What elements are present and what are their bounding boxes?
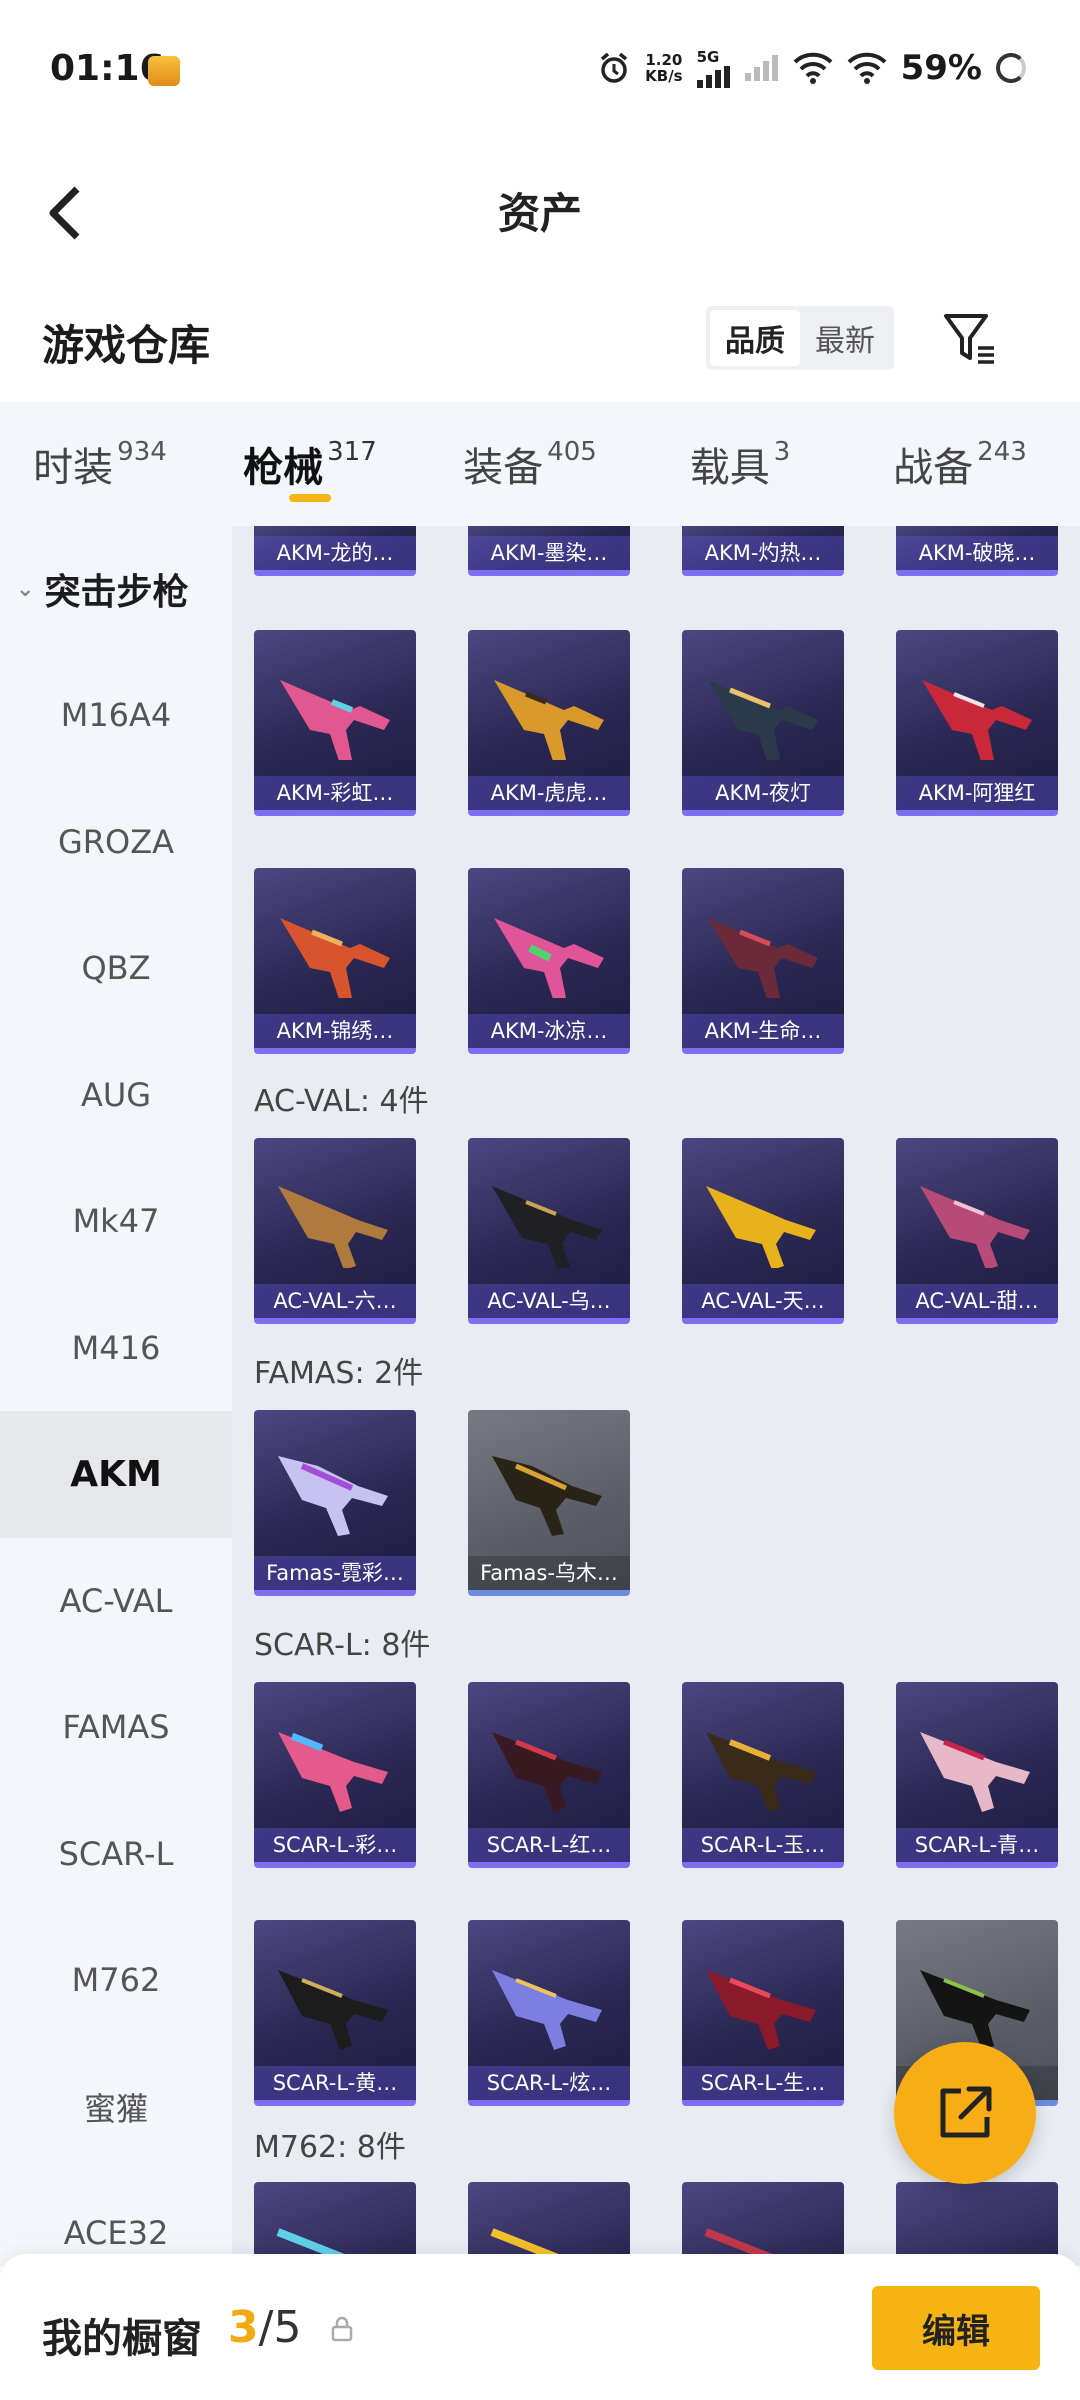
status-indicators: 1.20 KB/s 5G 59% bbox=[597, 48, 1026, 88]
app-notification-icon bbox=[148, 56, 180, 86]
rail-item-qbz[interactable]: QBZ bbox=[0, 905, 232, 1032]
weapon-card[interactable]: AKM-彩虹… bbox=[254, 630, 416, 816]
weapon-card[interactable]: AKM-阿狸红 bbox=[896, 630, 1058, 816]
rail-item-m416[interactable]: M416 bbox=[0, 1285, 232, 1412]
rifle-icon bbox=[280, 918, 390, 998]
rifle-icon bbox=[492, 1970, 602, 2050]
category-tabs: 时装 934 枪械 317 装备 405 载具 3 战备 243 bbox=[0, 402, 1080, 526]
share-button[interactable] bbox=[894, 2042, 1036, 2184]
wifi-secondary-icon bbox=[847, 52, 886, 84]
rifle-icon bbox=[920, 1732, 1030, 1812]
rail-item-groza[interactable]: GROZA bbox=[0, 779, 232, 906]
battery-icon bbox=[996, 53, 1026, 83]
rifle-icon bbox=[278, 1456, 388, 1536]
signal-5g-icon: 5G bbox=[696, 48, 731, 88]
rifle-icon bbox=[492, 1732, 602, 1812]
showcase-count: 3/5 bbox=[228, 2302, 302, 2353]
weapon-card[interactable]: AKM-冰凉… bbox=[468, 868, 630, 1054]
rifle-icon bbox=[706, 1970, 816, 2050]
weapon-card[interactable]: AKM-虎虎… bbox=[468, 630, 630, 816]
rifle-icon bbox=[278, 1732, 388, 1812]
weapon-card[interactable]: AKM-夜灯 bbox=[682, 630, 844, 816]
weapon-card[interactable]: AKM-墨染… bbox=[468, 526, 630, 576]
section-label-ac-val: AC-VAL: 4件 bbox=[254, 1084, 429, 1119]
rifle-icon bbox=[708, 918, 818, 998]
weapon-card[interactable]: SCAR-L-黄… bbox=[254, 1920, 416, 2106]
tab-vehicles[interactable]: 载具 3 bbox=[640, 402, 840, 526]
rail-item-mk47[interactable]: Mk47 bbox=[0, 1158, 232, 1285]
rifle-icon bbox=[922, 680, 1032, 760]
wifi-icon bbox=[793, 52, 832, 84]
rail-item-famas[interactable]: FAMAS bbox=[0, 1664, 232, 1791]
rail-item-scar-l[interactable]: SCAR-L bbox=[0, 1791, 232, 1918]
rifle-icon bbox=[280, 680, 390, 760]
sort-newest-option[interactable]: 最新 bbox=[800, 310, 890, 366]
weapon-card[interactable]: AC-VAL-甜… bbox=[896, 1138, 1058, 1324]
filter-button[interactable] bbox=[940, 308, 1000, 368]
tab-firearms[interactable]: 枪械 317 bbox=[200, 402, 420, 526]
weapon-card[interactable]: AKM-生命… bbox=[682, 868, 844, 1054]
weapon-card[interactable]: SCAR-L-青… bbox=[896, 1682, 1058, 1868]
showcase-bar: 我的橱窗 3/5 编辑 bbox=[0, 2254, 1080, 2400]
rail-item-m762[interactable]: M762 bbox=[0, 1917, 232, 2044]
rifle-icon bbox=[278, 1970, 388, 2050]
rifle-icon bbox=[494, 918, 604, 998]
weapon-card[interactable]: SCAR-L-彩… bbox=[254, 1682, 416, 1868]
section-label-scar-l: SCAR-L: 8件 bbox=[254, 1628, 431, 1663]
status-bar: 01:16 1.20 KB/s 5G 59% bbox=[0, 0, 1080, 140]
battery-percent: 59% bbox=[900, 48, 982, 88]
weapon-card[interactable]: AC-VAL-天… bbox=[682, 1138, 844, 1324]
lock-icon bbox=[331, 2316, 353, 2342]
rail-item-m16a4[interactable]: M16A4 bbox=[0, 652, 232, 779]
filter-icon bbox=[944, 314, 994, 364]
weapon-grid: AKM-龙的… AKM-墨染… AKM-灼热… AKM-破晓… AKM-彩虹… … bbox=[232, 526, 1080, 2266]
weapon-card[interactable]: AKM-破晓… bbox=[896, 526, 1058, 576]
chevron-down-icon: ⌄ bbox=[16, 576, 35, 602]
rail-item-akm[interactable]: AKM bbox=[0, 1411, 232, 1538]
rifle-icon bbox=[706, 1732, 816, 1812]
rail-item-aug[interactable]: AUG bbox=[0, 1032, 232, 1159]
rifle-icon bbox=[278, 1186, 388, 1268]
section-label-famas: FAMAS: 2件 bbox=[254, 1356, 424, 1391]
alarm-icon bbox=[601, 52, 628, 83]
rail-item-honey-badger[interactable]: 蜜獾 bbox=[0, 2044, 232, 2171]
rail-item-ace32[interactable]: ACE32 bbox=[0, 2170, 232, 2266]
signal-weak-icon bbox=[744, 55, 778, 81]
rifle-icon bbox=[494, 680, 604, 760]
showcase-label: 我的橱窗 bbox=[42, 2316, 202, 2362]
header: 资产 bbox=[0, 140, 1080, 290]
rifle-icon bbox=[920, 1970, 1030, 2050]
weapon-card[interactable]: SCAR-L-炫… bbox=[468, 1920, 630, 2106]
tab-supplies[interactable]: 战备 243 bbox=[840, 402, 1080, 526]
tab-fashion[interactable]: 时装 934 bbox=[0, 402, 200, 526]
share-external-icon bbox=[940, 2086, 992, 2138]
weapon-card[interactable]: AKM-灼热… bbox=[682, 526, 844, 576]
page-title: 资产 bbox=[497, 189, 582, 238]
edit-button[interactable]: 编辑 bbox=[872, 2286, 1040, 2370]
weapon-card[interactable]: SCAR-L-红… bbox=[468, 1682, 630, 1868]
rifle-icon bbox=[706, 1186, 816, 1268]
weapon-card[interactable]: AC-VAL-乌… bbox=[468, 1138, 630, 1324]
rifle-icon bbox=[492, 1186, 602, 1268]
section-label-m762: M762: 8件 bbox=[254, 2130, 406, 2165]
rifle-icon bbox=[920, 1186, 1030, 1268]
weapon-card[interactable]: Famas-霓彩… bbox=[254, 1410, 416, 1596]
warehouse-title: 游戏仓库 bbox=[42, 321, 211, 370]
rifle-icon bbox=[708, 680, 818, 760]
weapon-type-rail: ⌄ 突击步枪 M16A4 GROZA QBZ AUG Mk47 M416 AKM … bbox=[0, 526, 232, 2266]
weapon-card[interactable]: AC-VAL-六… bbox=[254, 1138, 416, 1324]
weapon-card[interactable]: Famas-乌木… bbox=[468, 1410, 630, 1596]
weapon-card[interactable]: SCAR-L-玉… bbox=[682, 1682, 844, 1868]
tab-equipment[interactable]: 装备 405 bbox=[420, 402, 640, 526]
weapon-card[interactable]: SCAR-L-生… bbox=[682, 1920, 844, 2106]
weapon-card[interactable]: AKM-龙的… bbox=[254, 526, 416, 576]
rail-group-assault-rifles[interactable]: ⌄ 突击步枪 bbox=[0, 526, 232, 652]
sort-toggle: 品质 最新 bbox=[706, 306, 894, 370]
active-tab-indicator bbox=[289, 494, 331, 502]
weapon-card[interactable]: AKM-锦绣… bbox=[254, 868, 416, 1054]
network-speed: 1.20 KB/s bbox=[645, 51, 683, 85]
rail-item-ac-val[interactable]: AC-VAL bbox=[0, 1538, 232, 1665]
sort-quality-option[interactable]: 品质 bbox=[710, 310, 800, 366]
rifle-icon bbox=[492, 1456, 602, 1536]
